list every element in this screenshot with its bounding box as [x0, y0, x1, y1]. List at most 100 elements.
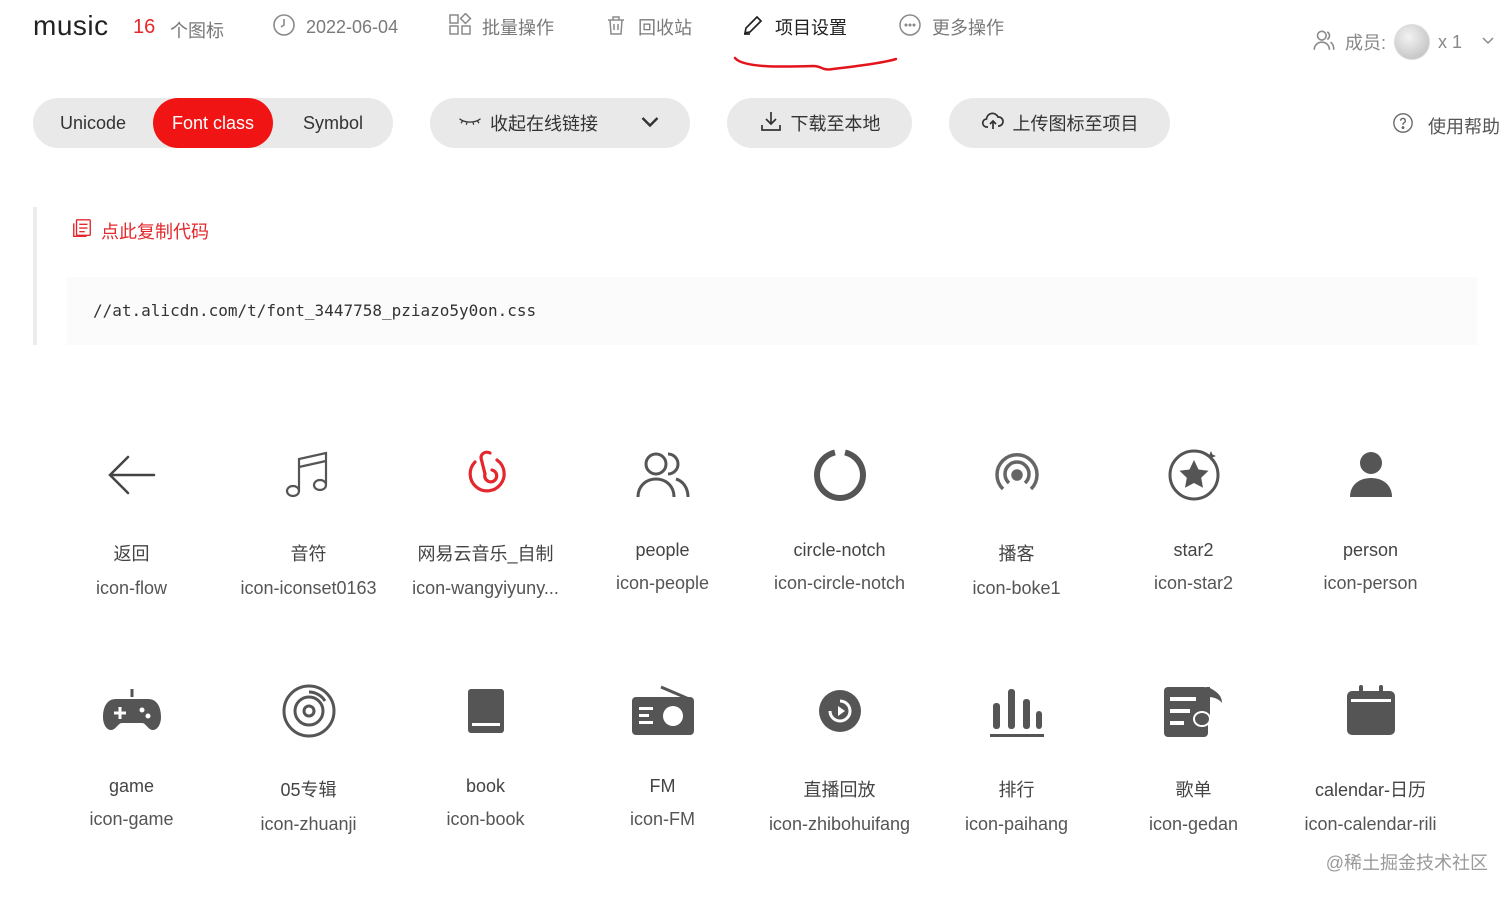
icon-card[interactable]: 返回 icon-flow: [43, 430, 220, 666]
icon-row: 返回 icon-flow 音符 icon-iconset0163 网易云音乐_自…: [43, 430, 1459, 666]
icon-title: 音符: [290, 544, 327, 564]
icon-title: people: [635, 540, 690, 560]
more-ops-button[interactable]: 更多操作: [898, 12, 1004, 42]
question-icon: [1392, 112, 1414, 139]
book-icon: [451, 666, 521, 756]
download-button[interactable]: 下载至本地: [727, 98, 912, 148]
icon-card[interactable]: 05专辑 icon-zhuanji: [220, 666, 397, 902]
watermark: @稀土掘金技术社区: [1325, 853, 1488, 873]
closed-eye-icon: [458, 109, 482, 138]
grid-icon: [448, 11, 472, 42]
icon-title: game: [108, 776, 155, 796]
trash-icon: [604, 13, 628, 42]
icon-title: 歌单: [1175, 780, 1212, 800]
upload-label: 上传图标至项目: [1012, 114, 1139, 134]
icon-title: person: [1342, 540, 1399, 560]
ranking-bars-icon: [982, 666, 1052, 756]
icon-title: 排行: [998, 780, 1035, 800]
icon-card[interactable]: star2 icon-star2: [1105, 430, 1282, 666]
icon-card[interactable]: people icon-people: [574, 430, 751, 666]
icon-class-name: icon-FM: [629, 809, 695, 829]
copy-code-button[interactable]: 点此复制代码: [71, 217, 209, 244]
icon-count-label: 个图标: [170, 21, 224, 41]
upload-button[interactable]: 上传图标至项目: [949, 98, 1170, 148]
icon-count: 16: [133, 16, 156, 38]
tab-unicode[interactable]: Unicode: [33, 98, 153, 148]
icon-title: star2: [1173, 540, 1214, 560]
copy-code-label: 点此复制代码: [101, 221, 209, 242]
music-note-icon: [274, 430, 344, 520]
project-settings-tab[interactable]: 项目设置: [741, 12, 847, 42]
cloud-upload-icon: [981, 109, 1005, 138]
css-url[interactable]: //at.alicdn.com/t/font_3447758_pziazo5y0…: [93, 301, 536, 320]
members-dropdown[interactable]: 成员: x 1: [1311, 24, 1496, 60]
icon-card[interactable]: game icon-game: [43, 666, 220, 902]
icon-title: 直播回放: [803, 780, 876, 800]
batch-ops-button[interactable]: 批量操作: [448, 11, 554, 42]
top-bar: music 16 个图标 2022-06-04 批量操作 回收站 项目设置 更多…: [0, 0, 1512, 71]
date-item: 2022-06-04: [272, 12, 398, 42]
star-circle-icon: [1159, 430, 1229, 520]
help-link[interactable]: 使用帮助: [1392, 112, 1500, 139]
recycle-bin-label: 回收站: [638, 18, 692, 38]
icon-class-name: icon-people: [615, 573, 710, 593]
icon-class-name: icon-calendar-rili: [1304, 814, 1437, 834]
icon-title: 播客: [998, 544, 1035, 564]
recycle-bin-button[interactable]: 回收站: [604, 12, 692, 42]
podcast-icon: [982, 430, 1052, 520]
project-name: music: [33, 10, 109, 41]
icon-row: game icon-game 05专辑 icon-zhuanji book ic…: [43, 666, 1459, 902]
icon-class-name: icon-zhibohuifang: [768, 814, 911, 834]
icon-title: FM: [649, 776, 676, 796]
more-ops-label: 更多操作: [932, 18, 1004, 38]
copy-icon: [71, 217, 93, 244]
clock-icon: [272, 13, 296, 42]
icon-title: 返回: [113, 544, 150, 564]
album-disc-icon: [274, 666, 344, 756]
download-label: 下载至本地: [790, 114, 881, 134]
project-settings-label: 项目设置: [775, 18, 847, 38]
icon-class-name: icon-paihang: [964, 814, 1069, 834]
icon-class-name: icon-flow: [95, 578, 168, 598]
people-icon: [628, 430, 698, 520]
code-panel: 点此复制代码 //at.alicdn.com/t/font_3447758_pz…: [33, 207, 1477, 345]
arrow-left-icon: [97, 430, 167, 520]
avatar: [1393, 24, 1430, 60]
icon-class-name: icon-game: [89, 809, 174, 829]
active-tab-underline: [733, 56, 898, 71]
icon-card[interactable]: 直播回放 icon-zhibohuifang: [751, 666, 928, 902]
members-icon: [1311, 27, 1337, 58]
help-label: 使用帮助: [1428, 116, 1500, 137]
download-icon: [759, 109, 783, 138]
icon-class-name: icon-circle-notch: [773, 573, 906, 593]
icon-card[interactable]: 网易云音乐_自制 icon-wangyiyuny...: [397, 430, 574, 666]
members-label: 成员:: [1344, 33, 1386, 53]
icon-card[interactable]: 歌单 icon-gedan: [1105, 666, 1282, 902]
icon-card[interactable]: FM icon-FM: [574, 666, 751, 902]
icon-card[interactable]: 音符 icon-iconset0163: [220, 430, 397, 666]
icon-title: 网易云音乐_自制: [417, 544, 554, 564]
tab-font-class[interactable]: Font class: [153, 98, 273, 148]
icon-class-name: icon-iconset0163: [240, 578, 377, 598]
icon-card[interactable]: 排行 icon-paihang: [928, 666, 1105, 902]
tab-symbol[interactable]: Symbol: [273, 98, 393, 148]
netease-music-icon: [451, 430, 521, 520]
playlist-icon: [1159, 666, 1229, 756]
replay-icon: [805, 666, 875, 756]
icon-card[interactable]: person icon-person: [1282, 430, 1459, 666]
icon-class-name: icon-gedan: [1148, 814, 1239, 834]
icon-title: 05专辑: [280, 780, 337, 800]
icon-class-name: icon-star2: [1153, 573, 1234, 593]
icon-card[interactable]: 播客 icon-boke1: [928, 430, 1105, 666]
chevron-down-icon: [1480, 32, 1496, 53]
ellipsis-icon: [898, 13, 922, 42]
chevron-down-icon: [638, 109, 662, 138]
format-tabs: Unicode Font class Symbol: [33, 98, 393, 148]
circle-notch-icon: [805, 430, 875, 520]
icon-class-name: icon-book: [446, 809, 525, 829]
batch-ops-label: 批量操作: [482, 18, 554, 38]
radio-icon: [628, 666, 698, 756]
icon-card[interactable]: circle-notch icon-circle-notch: [751, 430, 928, 666]
icon-card[interactable]: book icon-book: [397, 666, 574, 902]
collapse-link-button[interactable]: 收起在线链接: [430, 98, 690, 148]
